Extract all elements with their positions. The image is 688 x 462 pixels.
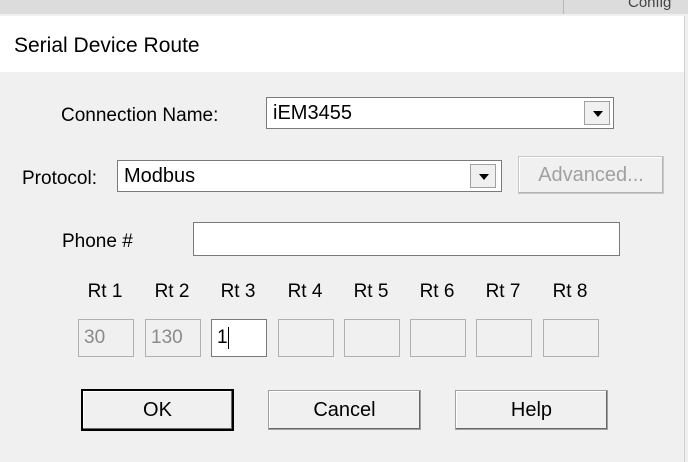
serial-device-route-dialog: Serial Device Route Connection Name: iEM… xyxy=(0,16,685,462)
background-text-fragment: Config xyxy=(628,0,672,11)
route-value-2: 130 xyxy=(151,327,183,348)
route-field-6[interactable] xyxy=(410,319,466,357)
route-label-8: Rt 8 xyxy=(552,281,588,302)
protocol-dropdown[interactable]: Modbus xyxy=(117,160,502,192)
route-label-3: Rt 3 xyxy=(220,281,256,302)
ok-button-label: OK xyxy=(143,399,172,421)
route-field-7[interactable] xyxy=(476,319,532,357)
cancel-button-label: Cancel xyxy=(313,399,376,421)
route-value-1: 30 xyxy=(84,327,106,348)
route-field-4[interactable] xyxy=(278,319,334,357)
phone-label: Phone # xyxy=(62,231,133,252)
protocol-label: Protocol: xyxy=(22,168,97,189)
route-label-5: Rt 5 xyxy=(353,281,389,302)
route-value-3: 1 xyxy=(217,327,228,348)
connection-name-label: Connection Name: xyxy=(61,105,219,126)
route-field-2[interactable]: 130 xyxy=(145,319,201,357)
route-field-8[interactable] xyxy=(543,319,599,357)
text-cursor xyxy=(228,327,229,349)
help-button[interactable]: Help xyxy=(455,390,608,430)
help-button-label: Help xyxy=(510,399,553,421)
dialog-title: Serial Device Route xyxy=(14,34,200,57)
connection-name-value: iEM3455 xyxy=(273,102,352,124)
dialog-titlebar[interactable]: Serial Device Route xyxy=(0,16,684,72)
background-separator xyxy=(563,0,564,14)
background-window-strip: Config xyxy=(0,0,688,14)
route-field-5[interactable] xyxy=(344,319,400,357)
protocol-value: Modbus xyxy=(124,165,196,187)
chevron-down-icon xyxy=(593,111,603,117)
cancel-button[interactable]: Cancel xyxy=(268,390,421,430)
connection-name-dropdown-button[interactable] xyxy=(584,101,610,125)
route-label-6: Rt 6 xyxy=(419,281,455,302)
route-field-1[interactable]: 30 xyxy=(78,319,134,357)
route-field-3[interactable]: 1 xyxy=(211,319,267,357)
protocol-dropdown-button[interactable] xyxy=(470,164,496,188)
advanced-button-label: Advanced... xyxy=(538,164,644,186)
route-label-1: Rt 1 xyxy=(87,281,123,302)
route-label-4: Rt 4 xyxy=(287,281,323,302)
route-label-7: Rt 7 xyxy=(485,281,521,302)
route-label-2: Rt 2 xyxy=(154,281,190,302)
phone-input[interactable] xyxy=(193,222,620,256)
ok-button[interactable]: OK xyxy=(81,389,234,431)
chevron-down-icon xyxy=(479,174,489,180)
advanced-button[interactable]: Advanced... xyxy=(518,156,664,194)
connection-name-dropdown[interactable]: iEM3455 xyxy=(266,97,614,129)
